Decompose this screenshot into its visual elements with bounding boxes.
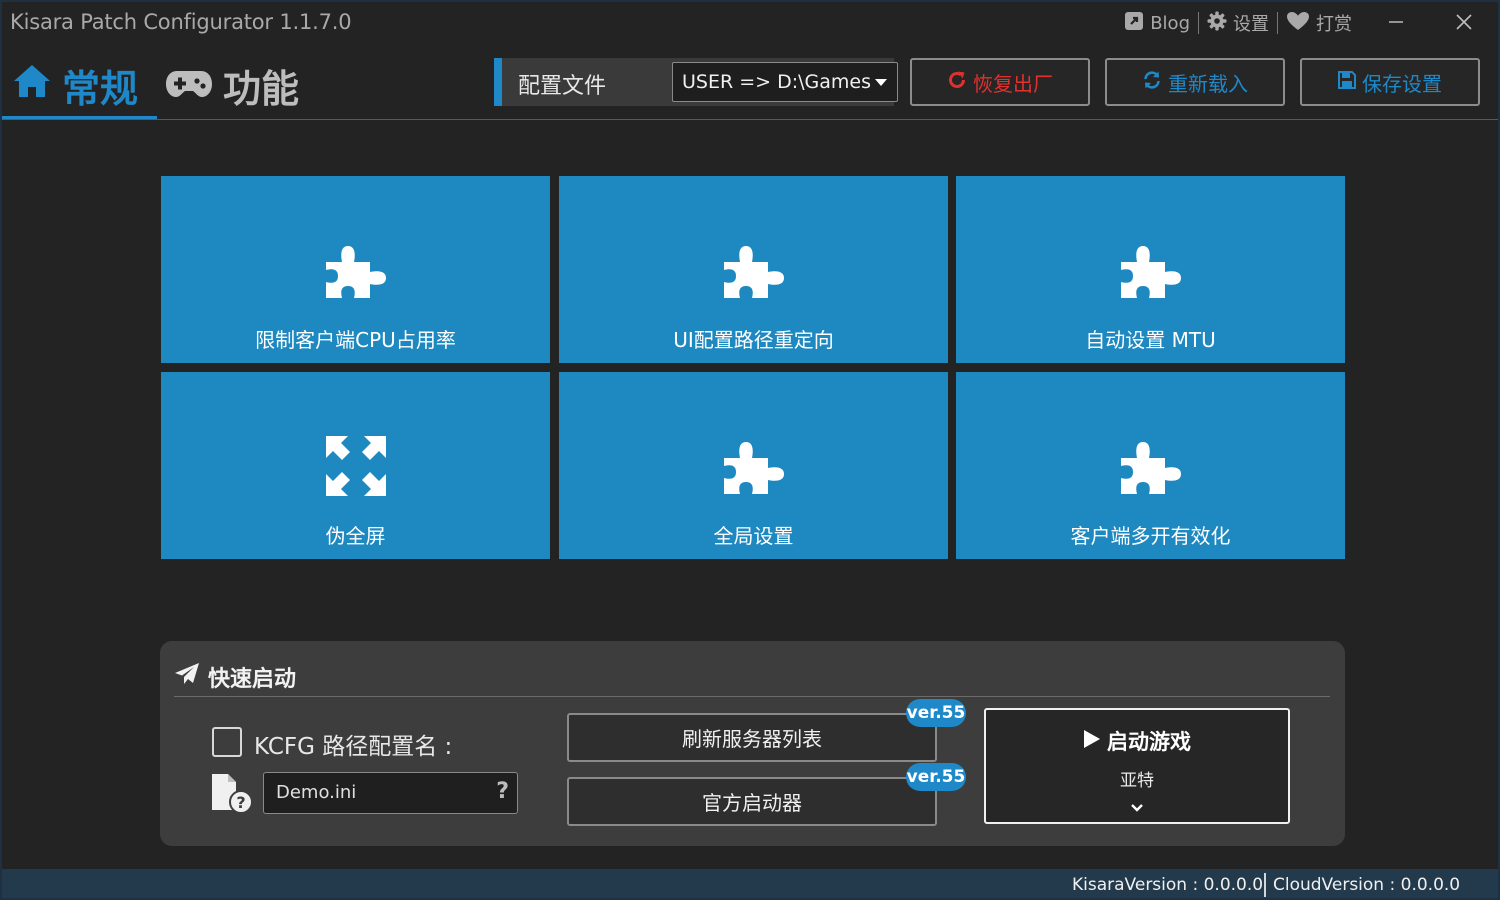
kisara-version-value: 0.0.0.0 — [1203, 875, 1264, 895]
svg-text:?: ? — [236, 793, 245, 812]
external-link-icon — [1124, 11, 1144, 36]
expand-arrows-icon — [324, 434, 388, 498]
tile-label: 全局设置 — [713, 524, 794, 548]
cloud-version-caption: CloudVersion : — [1273, 875, 1396, 895]
chevron-down-icon[interactable] — [1130, 798, 1144, 817]
official-launcher-button[interactable]: 官方启动器 — [567, 777, 937, 826]
close-button[interactable] — [1444, 8, 1484, 40]
minimize-button[interactable] — [1376, 8, 1416, 40]
close-icon — [1455, 13, 1473, 35]
chevron-down-icon — [875, 79, 887, 86]
tab-features[interactable]: 功能 — [165, 58, 299, 113]
save-button[interactable]: 保存设置 — [1300, 58, 1480, 106]
cloud-version-value: 0.0.0.0 — [1400, 875, 1461, 895]
minimize-icon — [1388, 14, 1404, 34]
tile-multi-client[interactable]: 客户端多开有效化 — [956, 372, 1345, 559]
app-version: 1.1.7.0 — [279, 10, 352, 34]
blog-link[interactable]: Blog — [1116, 11, 1198, 36]
play-icon — [1083, 729, 1101, 754]
tile-label: 自动设置 MTU — [1085, 328, 1216, 352]
sync-icon — [1142, 70, 1162, 95]
tile-auto-mtu[interactable]: 自动设置 MTU — [956, 176, 1345, 363]
status-bar: KisaraVersion : 0.0.0.0 CloudVersion : 0… — [0, 869, 1500, 900]
puzzle-icon — [324, 238, 388, 302]
version-badge: ver.55 — [906, 699, 966, 727]
server-name: 亚特 — [1120, 771, 1154, 791]
kcfg-label: KCFG 路径配置名 : — [254, 734, 453, 760]
app-name: Kisara Patch Configurator — [10, 10, 273, 34]
app-title: Kisara Patch Configurator 1.1.7.0 — [10, 10, 352, 34]
version-badge: ver.55 — [906, 763, 966, 791]
tab-features-label: 功能 — [223, 67, 300, 111]
launch-game-button[interactable]: 启动游戏 亚特 — [984, 708, 1290, 824]
reload-label: 重新载入 — [1168, 71, 1248, 96]
tile-label: 伪全屏 — [325, 524, 386, 548]
reload-button[interactable]: 重新载入 — [1105, 58, 1285, 106]
help-icon[interactable]: ? — [496, 779, 509, 804]
donate-link[interactable]: 打赏 — [1278, 10, 1360, 36]
heart-icon — [1286, 11, 1310, 36]
home-icon — [12, 63, 52, 108]
quick-launch-title: 快速启动 — [174, 661, 296, 693]
title-links: Blog 设置 打赏 — [1116, 10, 1360, 36]
config-file-value: Demo.ini — [276, 782, 357, 803]
config-file-input[interactable]: Demo.ini ? — [263, 772, 518, 814]
save-label: 保存设置 — [1362, 71, 1442, 96]
kisara-version-caption: KisaraVersion : — [1072, 875, 1199, 895]
tile-global-settings[interactable]: 全局设置 — [559, 372, 948, 559]
puzzle-icon — [722, 238, 786, 302]
kcfg-checkbox[interactable] — [212, 727, 242, 757]
refresh-servers-button[interactable]: 刷新服务器列表 — [567, 713, 937, 762]
profile-selected-value: USER => D:\Games — [682, 71, 871, 93]
cloud-version-label: CloudVersion : 0.0.0.0 — [1273, 875, 1460, 895]
tile-label: 客户端多开有效化 — [1070, 524, 1231, 548]
tile-pseudo-fullscreen[interactable]: 伪全屏 — [161, 372, 550, 559]
quick-launch-title-text: 快速启动 — [208, 667, 297, 692]
kisara-version-label: KisaraVersion : 0.0.0.0 — [1072, 875, 1263, 895]
puzzle-icon — [1119, 434, 1183, 498]
nav-divider — [0, 119, 1500, 120]
tile-ui-path-redirect[interactable]: UI配置路径重定向 — [559, 176, 948, 363]
puzzle-icon — [722, 434, 786, 498]
settings-label: 设置 — [1233, 14, 1269, 35]
paper-plane-icon — [174, 662, 200, 692]
panel-divider — [174, 696, 1330, 697]
blog-label: Blog — [1150, 12, 1190, 34]
puzzle-icon — [1119, 238, 1183, 302]
donate-label: 打赏 — [1316, 14, 1352, 35]
tab-general[interactable]: 常规 — [12, 58, 138, 113]
title-bar: Kisara Patch Configurator 1.1.7.0 Blog 设… — [0, 0, 1500, 48]
floppy-disk-icon — [1338, 70, 1356, 94]
refresh-icon — [947, 70, 967, 95]
reset-button[interactable]: 恢复出厂 — [910, 58, 1090, 106]
profile-selector: 配置文件 USER => D:\Games — [494, 58, 898, 106]
tile-cpu-limit[interactable]: 限制客户端CPU占用率 — [161, 176, 550, 363]
tile-label: 限制客户端CPU占用率 — [255, 328, 456, 352]
gamepad-icon — [165, 64, 213, 108]
launch-label: 启动游戏 — [1107, 730, 1191, 754]
launch-title: 启动游戏 — [986, 726, 1288, 756]
quick-launch-panel: 快速启动 KCFG 路径配置名 : ? Demo.ini ? 刷新服务器列表 v… — [160, 641, 1345, 846]
status-separator — [1264, 873, 1266, 897]
refresh-servers-label: 刷新服务器列表 — [682, 727, 822, 751]
tab-general-label: 常规 — [62, 67, 139, 111]
profile-label: 配置文件 — [518, 74, 607, 99]
reset-label: 恢复出厂 — [973, 71, 1053, 96]
settings-link[interactable]: 设置 — [1199, 10, 1277, 36]
file-question-icon: ? — [210, 772, 254, 814]
tile-label: UI配置路径重定向 — [673, 328, 834, 352]
profile-dropdown[interactable]: USER => D:\Games — [672, 62, 898, 102]
gear-icon — [1207, 11, 1227, 36]
official-launcher-label: 官方启动器 — [702, 791, 802, 815]
